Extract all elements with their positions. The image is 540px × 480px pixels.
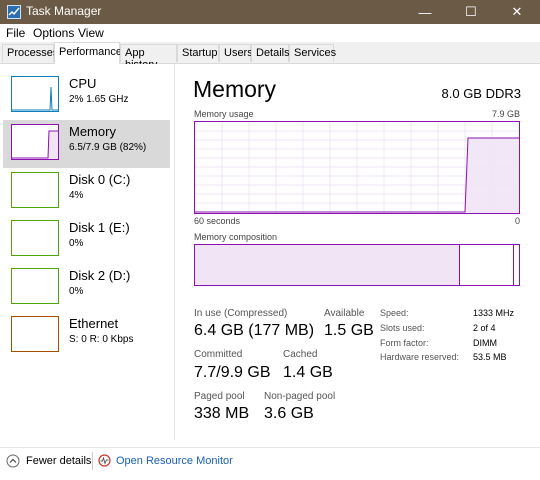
slots-used-value: 2 of 4 (473, 323, 496, 333)
available-label: Available (324, 308, 365, 319)
sidebar-item-label: Memory (69, 124, 116, 139)
sidebar-item-label: CPU (69, 76, 97, 91)
tab-startup[interactable]: Startup (177, 44, 219, 62)
sidebar-item-label: Ethernet (69, 316, 119, 331)
tab-app-history[interactable]: App history (120, 44, 177, 71)
sidebar-item-label: Disk 0 (C:) (69, 172, 131, 187)
memory-usage-area (465, 138, 519, 213)
footer-divider (92, 452, 93, 470)
in-use-value: 6.4 GB (177 MB) (194, 322, 315, 339)
graph-time-now: 0 (514, 216, 520, 226)
tab-processes[interactable]: Processes (2, 44, 58, 62)
sidebar-item-value: S: 0 R: 0 Kbps (69, 334, 134, 345)
memory-usage-label: Memory usage (194, 109, 254, 119)
form-factor-value: DIMM (473, 338, 497, 348)
menu-view[interactable]: View (78, 26, 104, 40)
in-use-label: In use (Compressed) (194, 308, 288, 319)
sidebar-item-value: 6.5/7.9 GB (82%) (69, 142, 147, 153)
paged-pool-label: Paged pool (194, 391, 245, 402)
memory-composition-label: Memory composition (194, 232, 278, 242)
non-paged-pool-value: 3.6 GB (264, 405, 314, 422)
memory-thumbnail-graph (11, 124, 59, 160)
sidebar-item-cpu[interactable]: CPU 2% 1.65 GHz (3, 72, 170, 120)
fewer-details-button[interactable]: Fewer details (6, 454, 91, 468)
page-title: Memory (193, 76, 277, 102)
tab-services[interactable]: Services (289, 44, 336, 62)
tab-users[interactable]: Users (219, 44, 253, 62)
speed-value: 1333 MHz (473, 308, 515, 318)
resource-monitor-icon (98, 454, 111, 467)
sidebar-item-label: Disk 2 (D:) (69, 268, 131, 283)
sidebar-item-value: 0% (69, 286, 84, 297)
composition-standby (461, 245, 514, 285)
footer-bar: Fewer details Open Resource Monitor (0, 447, 540, 480)
committed-label: Committed (194, 349, 243, 360)
slots-used-label: Slots used: (380, 323, 425, 333)
tab-strip: Processes Performance App history Startu… (0, 42, 540, 71)
maximize-button[interactable]: ☐ (448, 0, 494, 24)
memory-detail-panel: Memory 8.0 GB DDR3 Memory usage 7.9 GB 6… (175, 64, 540, 440)
sidebar-item-disk-1[interactable]: Disk 1 (E:) 0% (3, 216, 170, 264)
open-resource-monitor-label: Open Resource Monitor (116, 454, 233, 467)
disk-2-thumbnail-graph (11, 268, 59, 304)
cached-value: 1.4 GB (283, 364, 333, 381)
ethernet-thumbnail-graph (11, 316, 59, 352)
paged-pool-value: 338 MB (194, 405, 250, 422)
menu-bar: File Options View (0, 24, 540, 42)
menu-file[interactable]: File (6, 26, 25, 40)
disk-1-thumbnail-graph (11, 220, 59, 256)
memory-composition-bar (194, 244, 520, 286)
form-factor-label: Form factor: (380, 338, 429, 348)
tab-performance[interactable]: Performance (54, 42, 122, 64)
chevron-up-icon (6, 454, 20, 468)
composition-in-use (195, 245, 460, 285)
graph-time-span: 60 seconds (194, 216, 241, 226)
title-bar: Task Manager — ☐ ✕ (0, 0, 540, 24)
cpu-thumbnail-graph (11, 76, 59, 112)
hardware-reserved-value: 53.5 MB (473, 352, 507, 362)
minimize-button[interactable]: — (402, 0, 448, 24)
sidebar-item-ethernet[interactable]: Ethernet S: 0 R: 0 Kbps (3, 312, 170, 360)
menu-options[interactable]: Options (33, 26, 74, 40)
memory-usage-graph (194, 121, 520, 214)
cached-label: Cached (283, 349, 318, 360)
tab-details[interactable]: Details (251, 44, 290, 62)
sidebar-item-value: 4% (69, 190, 84, 201)
open-resource-monitor-link[interactable]: Open Resource Monitor (98, 454, 233, 467)
fewer-details-label: Fewer details (26, 455, 92, 467)
sidebar-item-value: 2% 1.65 GHz (69, 94, 129, 105)
sidebar-item-disk-0[interactable]: Disk 0 (C:) 4% (3, 168, 170, 216)
sidebar-item-disk-2[interactable]: Disk 2 (D:) 0% (3, 264, 170, 312)
resource-sidebar: CPU 2% 1.65 GHz Memory 6.5/7.9 GB (82%) … (0, 64, 174, 440)
committed-value: 7.7/9.9 GB (194, 364, 271, 381)
sidebar-item-value: 0% (69, 238, 84, 249)
speed-label: Speed: (380, 308, 409, 318)
non-paged-pool-label: Non-paged pool (264, 391, 336, 402)
hardware-reserved-label: Hardware reserved: (380, 352, 460, 362)
close-button[interactable]: ✕ (494, 0, 540, 24)
memory-usage-max: 7.9 GB (491, 109, 520, 119)
memory-model: 8.0 GB DDR3 (441, 86, 521, 101)
sidebar-item-memory[interactable]: Memory 6.5/7.9 GB (82%) (3, 120, 170, 168)
sidebar-item-label: Disk 1 (E:) (69, 220, 130, 235)
disk-0-thumbnail-graph (11, 172, 59, 208)
task-manager-icon (7, 5, 21, 19)
window-title: Task Manager (26, 4, 102, 18)
available-value: 1.5 GB (324, 322, 374, 339)
